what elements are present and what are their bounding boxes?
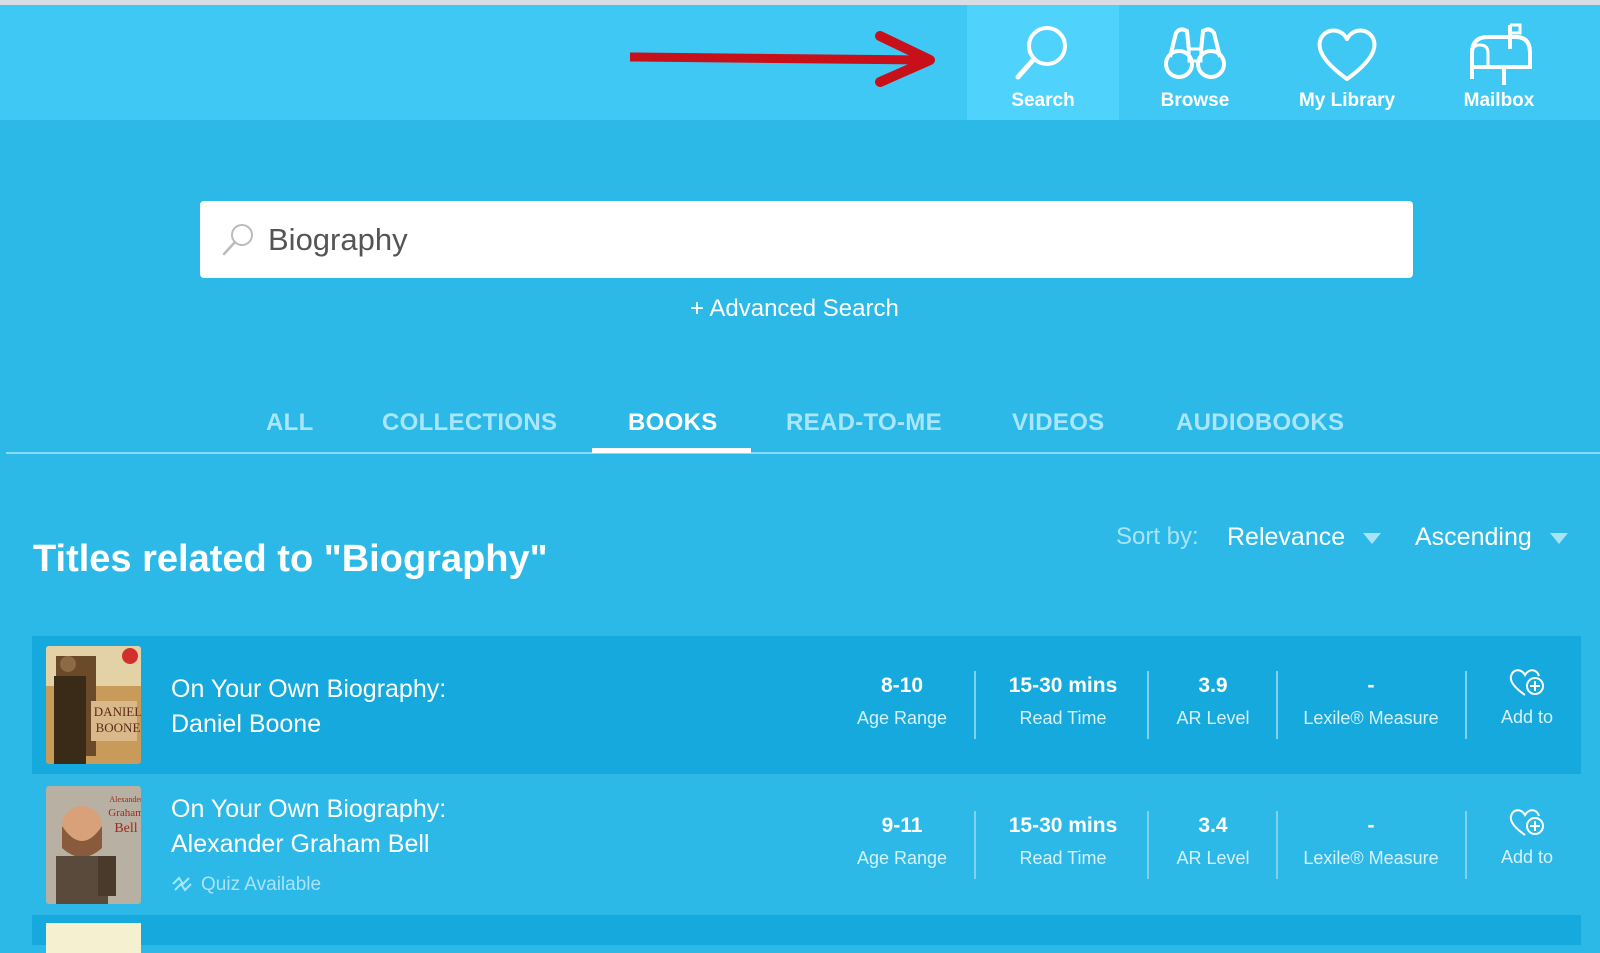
search-bar[interactable] bbox=[200, 201, 1413, 278]
book-row[interactable] bbox=[32, 915, 1581, 953]
svg-text:BOONE: BOONE bbox=[96, 720, 141, 735]
age-range-stat: 8-10 Age Range bbox=[842, 674, 962, 729]
lexile-value: - bbox=[1367, 814, 1375, 837]
mailbox-icon bbox=[1470, 23, 1532, 85]
add-to-label: Add to bbox=[1500, 707, 1554, 727]
book-title-line1: On Your Own Biography: bbox=[171, 675, 447, 703]
age-range-label: Age Range bbox=[856, 708, 948, 728]
book-title-line2: Alexander Graham Bell bbox=[171, 830, 430, 858]
ar-level-stat: 3.9 AR Level bbox=[1149, 674, 1277, 729]
add-to-label: Add to bbox=[1500, 847, 1554, 867]
lexile-label: Lexile® Measure bbox=[1303, 848, 1439, 868]
heart-plus-icon bbox=[1509, 669, 1544, 696]
book-cover-image[interactable] bbox=[46, 923, 141, 953]
chevron-down-icon bbox=[1549, 532, 1568, 544]
ar-level-value: 3.9 bbox=[1198, 674, 1228, 697]
add-to-button[interactable]: Add to bbox=[1492, 806, 1562, 868]
ar-level-label: AR Level bbox=[1176, 708, 1250, 728]
nav-mailbox[interactable]: Mailbox bbox=[1423, 5, 1575, 120]
tab-collections[interactable]: COLLECTIONS bbox=[382, 409, 557, 437]
quiz-icon bbox=[172, 876, 192, 892]
divider bbox=[1465, 671, 1467, 739]
tabs-divider bbox=[6, 452, 1600, 454]
results-title: Titles related to "Biography" bbox=[33, 538, 548, 580]
tab-all[interactable]: ALL bbox=[266, 409, 314, 437]
nav-browse[interactable]: Browse bbox=[1119, 5, 1271, 120]
book-cover-image[interactable]: Alexander Graham Bell bbox=[46, 786, 141, 904]
age-range-label: Age Range bbox=[856, 848, 948, 868]
nav-my-library-label: My Library bbox=[1298, 90, 1396, 111]
add-to-button[interactable]: Add to bbox=[1492, 666, 1562, 728]
lexile-value: - bbox=[1367, 674, 1375, 697]
sort-order-value: Ascending bbox=[1415, 523, 1532, 551]
quiz-available-badge: Quiz Available bbox=[171, 874, 321, 896]
read-time-value: 15-30 mins bbox=[1008, 814, 1118, 837]
lexile-label: Lexile® Measure bbox=[1303, 708, 1439, 728]
search-icon bbox=[1015, 26, 1067, 80]
search-input[interactable] bbox=[266, 215, 1390, 265]
nav-browse-label: Browse bbox=[1160, 90, 1230, 111]
book-row[interactable]: Alexander Graham Bell On Your Own Biogra… bbox=[32, 776, 1581, 914]
book-title[interactable]: On Your Own Biography: Daniel Boone bbox=[171, 672, 446, 742]
ar-level-label: AR Level bbox=[1176, 848, 1250, 868]
nav-search[interactable]: Search bbox=[967, 5, 1119, 120]
nav-my-library[interactable]: My Library bbox=[1271, 5, 1423, 120]
age-range-value: 8-10 bbox=[880, 674, 924, 697]
svg-text:Alexander: Alexander bbox=[109, 795, 141, 804]
book-title[interactable]: On Your Own Biography: Alexander Graham … bbox=[171, 792, 446, 862]
svg-text:DANIEL: DANIEL bbox=[94, 704, 141, 719]
read-time-label: Read Time bbox=[1019, 708, 1107, 728]
read-time-value: 15-30 mins bbox=[1008, 674, 1118, 697]
nav-mailbox-label: Mailbox bbox=[1463, 90, 1535, 111]
sort-order-dropdown[interactable]: Ascending bbox=[1415, 523, 1568, 552]
annotation-arrow bbox=[630, 31, 935, 87]
age-range-stat: 9-11 Age Range bbox=[842, 814, 962, 869]
tab-books[interactable]: BOOKS bbox=[628, 409, 718, 437]
lexile-stat: - Lexile® Measure bbox=[1278, 674, 1464, 729]
book-cover-image[interactable]: DANIEL BOONE bbox=[46, 646, 141, 764]
svg-text:Graham: Graham bbox=[108, 807, 141, 819]
svg-text:Bell: Bell bbox=[114, 821, 137, 836]
quiz-label: Quiz Available bbox=[201, 874, 322, 895]
active-tab-indicator bbox=[592, 448, 751, 453]
chevron-down-icon bbox=[1363, 532, 1382, 544]
book-row[interactable]: DANIEL BOONE On Your Own Biography: Dani… bbox=[32, 636, 1581, 774]
book-title-line1: On Your Own Biography: bbox=[171, 795, 447, 823]
nav-search-label: Search bbox=[1011, 90, 1075, 111]
tab-read-to-me[interactable]: READ-TO-ME bbox=[786, 409, 942, 437]
divider bbox=[974, 811, 976, 879]
binoculars-icon bbox=[1164, 27, 1226, 79]
sort-label: Sort by: bbox=[1116, 523, 1199, 550]
tab-videos[interactable]: VIDEOS bbox=[1012, 409, 1105, 437]
ar-level-value: 3.4 bbox=[1198, 814, 1228, 837]
search-icon bbox=[222, 224, 253, 256]
advanced-search-link[interactable]: + Advanced Search bbox=[690, 295, 899, 323]
book-title-line2: Daniel Boone bbox=[171, 710, 322, 738]
divider bbox=[974, 671, 976, 739]
tab-audiobooks[interactable]: AUDIOBOOKS bbox=[1176, 409, 1344, 437]
read-time-stat: 15-30 mins Read Time bbox=[980, 674, 1146, 729]
read-time-stat: 15-30 mins Read Time bbox=[980, 814, 1146, 869]
read-time-label: Read Time bbox=[1019, 848, 1107, 868]
result-type-tabs: ALL COLLECTIONS BOOKS READ-TO-ME VIDEOS … bbox=[0, 395, 1600, 453]
sort-field-value: Relevance bbox=[1227, 523, 1346, 551]
heart-plus-icon bbox=[1509, 809, 1544, 836]
lexile-stat: - Lexile® Measure bbox=[1278, 814, 1464, 869]
age-range-value: 9-11 bbox=[881, 814, 923, 837]
ar-level-stat: 3.4 AR Level bbox=[1149, 814, 1277, 869]
divider bbox=[1465, 811, 1467, 879]
heart-icon bbox=[1317, 28, 1377, 81]
sort-field-dropdown[interactable]: Relevance bbox=[1227, 523, 1382, 552]
